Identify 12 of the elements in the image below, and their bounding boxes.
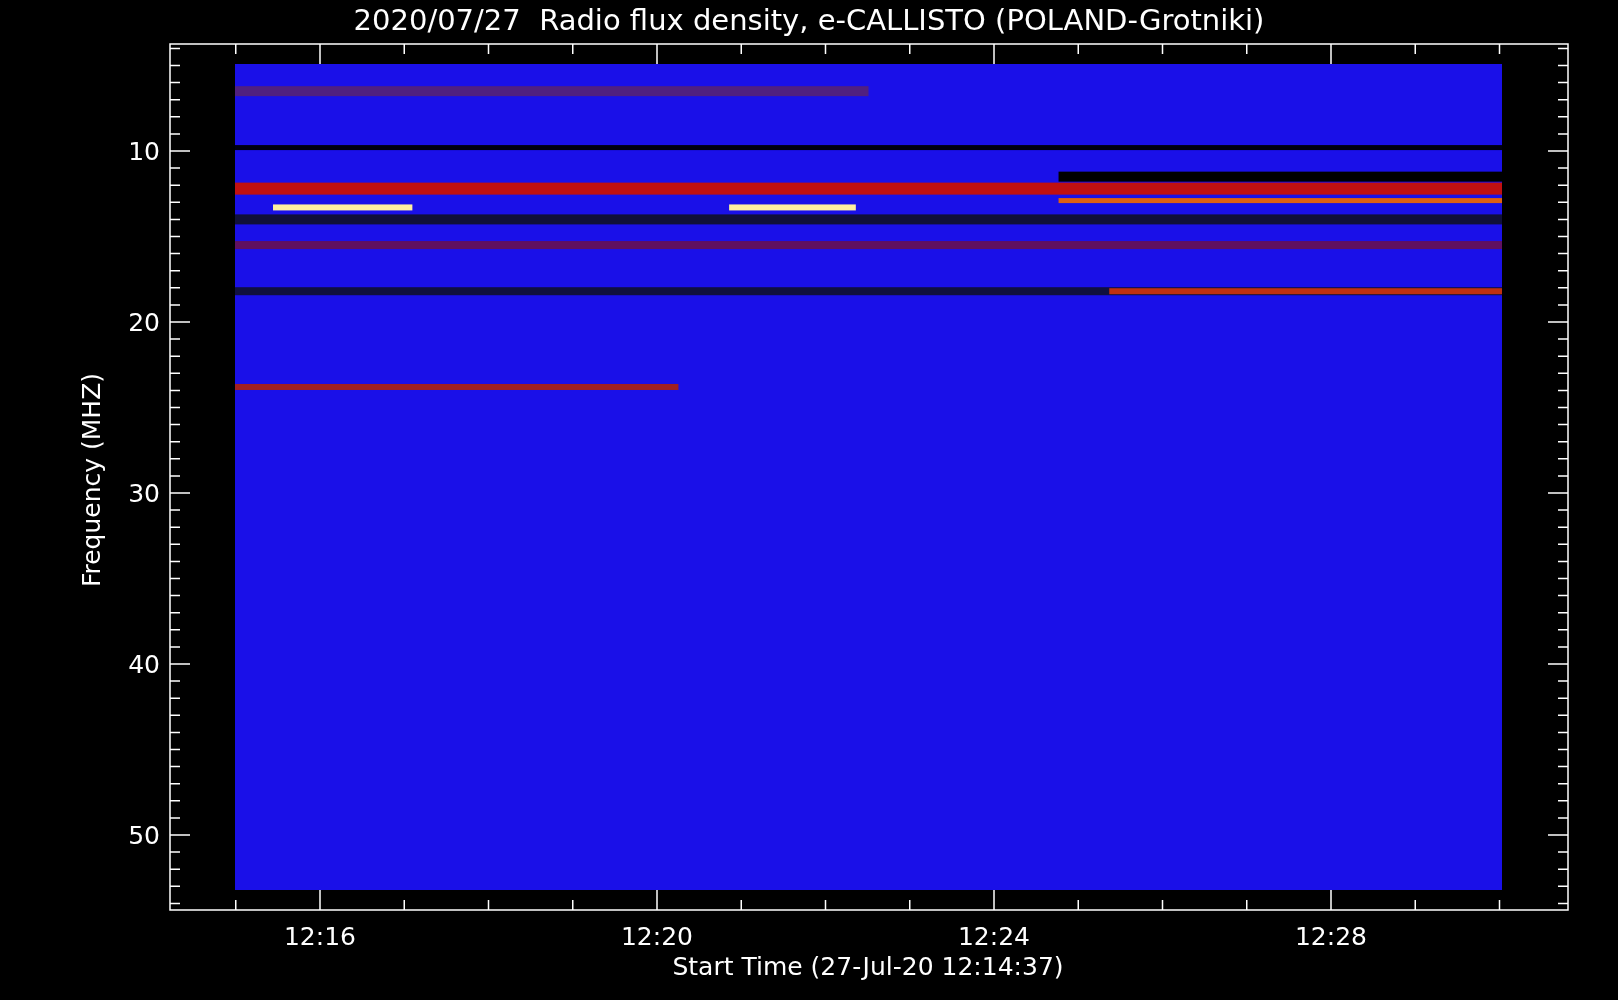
tick-label: 10 — [128, 137, 160, 166]
chart-title: 2020/07/27 Radio flux density, e-CALLISTO (POLAND-Grotniki) — [353, 3, 1265, 37]
tick-label: 12:24 — [958, 922, 1030, 951]
tick-label: 20 — [128, 308, 160, 337]
tick-label: 12:20 — [621, 922, 693, 951]
axis-label: Start Time (27-Jul-20 12:14:37) — [672, 952, 1064, 981]
tick-label: 12:28 — [1295, 922, 1367, 951]
tick-label: 50 — [128, 821, 160, 850]
tick-label: 30 — [128, 479, 160, 508]
tick-label: 40 — [128, 650, 160, 679]
tick-label: 12:16 — [284, 922, 356, 951]
axis-label: Frequency (MHZ) — [77, 372, 106, 588]
